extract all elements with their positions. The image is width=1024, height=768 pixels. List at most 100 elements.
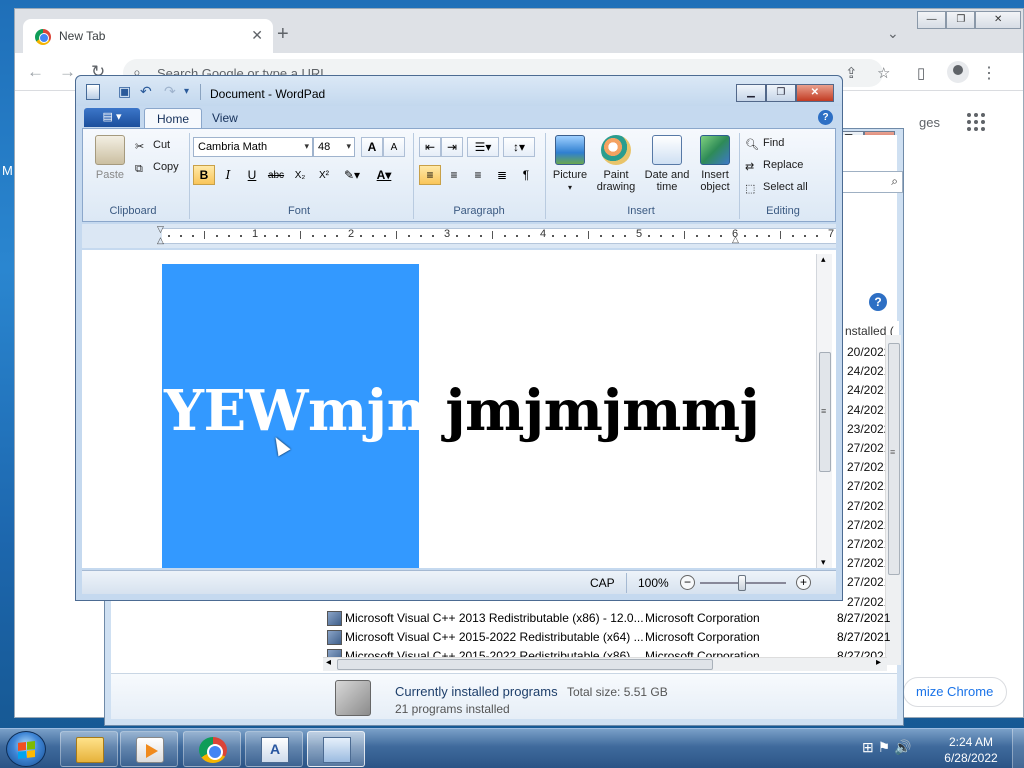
help-icon[interactable]: ? [869, 293, 887, 311]
customize-chrome-button[interactable]: mize Chrome [903, 677, 1007, 707]
font-size-select[interactable]: 48 ▾ [313, 137, 355, 157]
superscript-button[interactable]: X² [313, 165, 335, 185]
side-panel-icon[interactable]: ▯ [917, 64, 925, 82]
chrome-tab-new-tab[interactable]: New Tab ✕ [23, 19, 273, 53]
minimize-button[interactable]: — [917, 11, 947, 29]
increase-indent-button[interactable]: ⇥ [441, 137, 463, 157]
align-center-button[interactable]: ≡ [443, 165, 465, 185]
tab-search-chevron-icon[interactable]: ⌄ [887, 25, 899, 42]
list-item[interactable]: 27/2021 [847, 439, 890, 458]
insert-object-button[interactable]: Insert object [693, 135, 737, 193]
copy-button[interactable]: ⧉ Copy [135, 161, 179, 175]
wordpad-menu-button[interactable]: ▤ ▾ [84, 108, 140, 127]
scroll-up-icon[interactable]: ▴ [821, 254, 826, 265]
list-item[interactable]: 27/2021 [847, 516, 890, 535]
forward-icon[interactable]: → [59, 62, 76, 82]
scroll-down-icon[interactable]: ▾ [821, 557, 826, 568]
taskbar-media-player-button[interactable] [120, 731, 178, 767]
selected-text[interactable]: YEWmjm [164, 378, 446, 444]
list-button[interactable]: ☰▾ [467, 137, 499, 157]
replace-button[interactable]: ⇄ Replace [745, 159, 803, 173]
zoom-in-button[interactable]: + [796, 575, 811, 590]
close-button[interactable]: ✕ [975, 11, 1021, 29]
unselected-text[interactable]: jmjmjmmj [445, 378, 760, 444]
taskbar-clock[interactable]: 2:24 AM 6/28/2022 [936, 734, 1006, 766]
restore-button[interactable]: ❐ [946, 11, 976, 29]
paragraph-settings-button[interactable]: ¶ [515, 165, 537, 185]
help-icon[interactable]: ? [818, 110, 833, 125]
list-item[interactable]: 27/2021 [847, 477, 890, 496]
images-link-partial[interactable]: ges [919, 115, 940, 130]
align-right-button[interactable]: ≡ [467, 165, 489, 185]
list-item[interactable]: 20/2022 [847, 343, 890, 362]
line-spacing-button[interactable]: ↕▾ [503, 137, 535, 157]
list-item[interactable]: 27/2021 [847, 458, 890, 477]
programs-search-box[interactable]: ⌕ [841, 171, 903, 193]
justify-button[interactable]: ≣ [491, 165, 513, 185]
strikethrough-button[interactable]: abc [265, 165, 287, 185]
tab-home[interactable]: Home [144, 108, 203, 129]
decrease-indent-button[interactable]: ⇤ [419, 137, 441, 157]
back-icon[interactable]: ← [27, 62, 44, 82]
list-item[interactable]: 23/2022 [847, 420, 890, 439]
underline-button[interactable]: U [241, 165, 263, 185]
google-apps-icon[interactable] [967, 113, 985, 131]
table-row[interactable]: Microsoft Visual C++ 2015-2022 Redistrib… [325, 628, 890, 647]
redo-icon[interactable]: ↷ [164, 83, 176, 100]
font-family-select[interactable]: Cambria Math ▾ [193, 137, 313, 157]
scroll-left-icon[interactable]: ◂ [326, 657, 331, 668]
first-line-indent-marker[interactable]: ▽ [157, 224, 164, 235]
paint-drawing-button[interactable]: Paint drawing [593, 135, 639, 193]
list-item[interactable]: 27/2021 [847, 497, 890, 516]
scroll-thumb[interactable] [888, 343, 900, 575]
list-item[interactable]: 24/2021 [847, 381, 890, 400]
system-tray-icons[interactable]: ⊞ ⚑ 🔊 [862, 739, 912, 756]
close-tab-icon[interactable]: ✕ [251, 27, 263, 44]
show-desktop-button[interactable] [1012, 729, 1024, 768]
subscript-button[interactable]: X₂ [289, 165, 311, 185]
date-time-button[interactable]: Date and time [641, 135, 693, 193]
ruler[interactable] [82, 224, 836, 248]
italic-button[interactable]: I [217, 165, 239, 185]
new-tab-button[interactable]: + [277, 23, 289, 46]
text-color-button[interactable]: A▾ [369, 165, 399, 185]
scroll-thumb[interactable] [337, 659, 713, 670]
undo-icon[interactable]: ↶ [140, 83, 152, 100]
highlight-color-button[interactable]: ✎▾ [337, 165, 367, 185]
wordpad-app-icon[interactable] [86, 84, 100, 100]
table-row[interactable]: Microsoft Visual C++ 2013 Redistributabl… [325, 609, 890, 628]
list-item[interactable]: 24/2021 [847, 401, 890, 420]
shrink-font-button[interactable]: A [383, 137, 405, 157]
tab-view[interactable]: View [200, 108, 250, 129]
document-text[interactable]: YEWmjmjmjmjmmj [164, 378, 760, 444]
list-item[interactable]: 24/2021 [847, 362, 890, 381]
align-left-button[interactable]: ≡ [419, 165, 441, 185]
start-button[interactable] [6, 731, 46, 767]
right-indent-marker[interactable]: △ [732, 234, 739, 245]
cut-button[interactable]: ✂ Cut [135, 139, 170, 153]
save-icon[interactable]: ▣ [118, 83, 131, 100]
share-icon[interactable]: ⇪ [845, 64, 858, 82]
profile-avatar[interactable] [947, 61, 969, 83]
wordpad-title-bar[interactable]: ▣ ↶ ↷ ▾ Document - WordPad ▁ ❐ ✕ [76, 76, 842, 106]
grow-font-button[interactable]: A [361, 137, 383, 157]
document-vertical-scrollbar[interactable]: ▴ ≡ ▾ [816, 254, 832, 568]
programs-horizontal-scrollbar[interactable]: ◂ ▸ [323, 657, 887, 671]
zoom-slider-thumb[interactable] [738, 575, 746, 591]
paste-button[interactable]: Paste [91, 135, 129, 181]
list-item[interactable]: 27/2021 [847, 535, 890, 554]
bold-button[interactable]: B [193, 165, 215, 185]
left-indent-marker[interactable]: △ [157, 235, 164, 246]
insert-picture-button[interactable]: Picture ▾ [549, 135, 591, 194]
minimize-button[interactable]: ▁ [736, 84, 766, 102]
chrome-menu-icon[interactable]: ⋮ [981, 63, 997, 83]
find-button[interactable]: 🔍︎ Find [745, 137, 784, 151]
customize-quick-access-icon[interactable]: ▾ [184, 86, 189, 97]
taskbar-chrome-button[interactable] [183, 731, 241, 767]
close-button[interactable]: ✕ [795, 84, 834, 102]
maximize-button[interactable]: ❐ [765, 84, 796, 102]
list-item[interactable]: 27/2021 [847, 573, 890, 592]
taskbar-control-panel-button[interactable] [307, 731, 365, 767]
scroll-right-icon[interactable]: ▸ [876, 657, 881, 668]
zoom-out-button[interactable]: − [680, 575, 695, 590]
